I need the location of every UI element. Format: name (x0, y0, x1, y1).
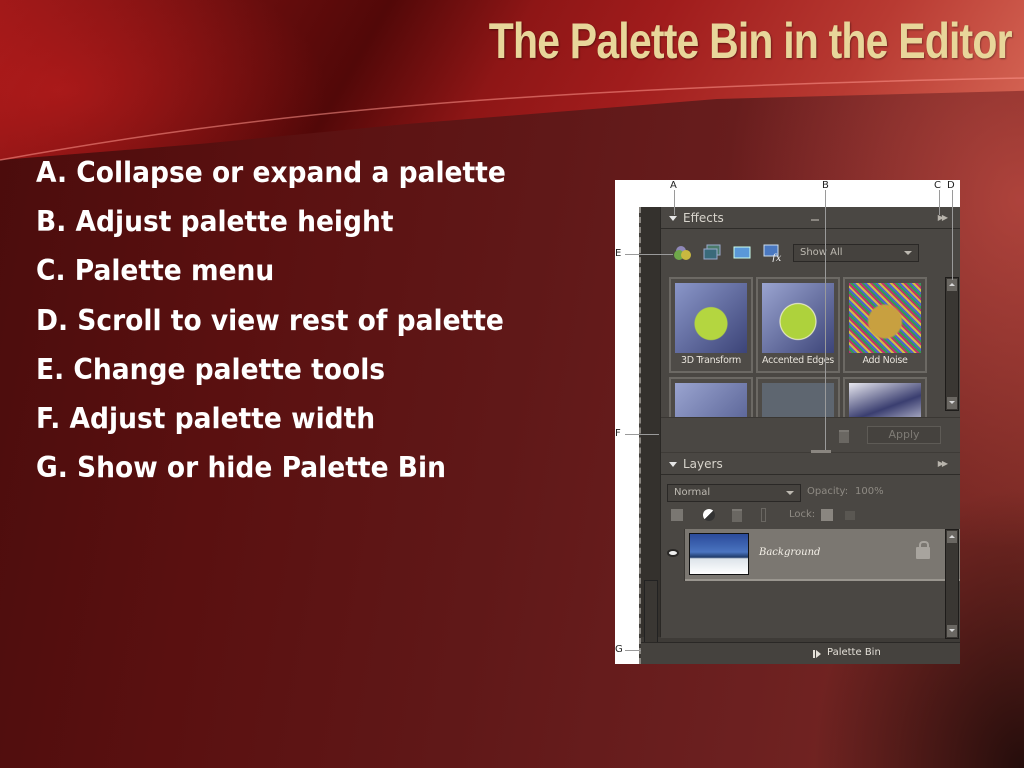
chevron-down-icon (904, 251, 912, 255)
palette-bin-toggle[interactable]: Palette Bin (827, 647, 881, 658)
opacity-value[interactable]: 100% (855, 486, 884, 497)
svg-text:fx: fx (771, 253, 782, 262)
callout-e: E (615, 248, 622, 259)
layers-title: Layers (683, 457, 723, 471)
callout-line-c (939, 190, 940, 215)
bullet-item: C. Palette menu (36, 254, 275, 288)
blend-mode-dropdown[interactable]: Normal (667, 484, 801, 502)
bullet-item: B. Adjust palette height (36, 205, 394, 239)
effect-thumbnail[interactable]: 3D Transform (669, 277, 753, 373)
effect-thumbnail[interactable] (843, 377, 927, 417)
lock-icon (916, 541, 930, 559)
callout-line-f (625, 434, 659, 435)
chevron-down-icon (786, 491, 794, 495)
lock-all-icon[interactable] (845, 511, 855, 520)
callout-line-b (825, 190, 826, 452)
bullet-list: A. Collapse or expand a palette B. Adjus… (36, 153, 541, 497)
bullet-item: F. Adjust palette width (36, 401, 376, 435)
layer-name: Background (759, 547, 821, 558)
eye-icon (667, 549, 679, 557)
layers-header: Layers ▶▶ (661, 453, 960, 475)
photo-effects-icon[interactable] (733, 244, 751, 260)
bullet-item: A. Collapse or expand a palette (36, 156, 506, 189)
effect-thumbnail[interactable] (756, 377, 840, 417)
palette-bin-screenshot: A B C D E F G Effects ▶▶ fx Show All 3D … (615, 180, 960, 664)
effects-filter-dropdown[interactable]: Show All (793, 244, 919, 262)
slide-title: The Palette Bin in the Editor (489, 13, 1013, 69)
double-arrow-right-icon[interactable]: ▶▶ (938, 453, 948, 475)
lock-label: Lock: (789, 509, 816, 520)
opacity-label: Opacity: (807, 486, 849, 497)
filters-icon[interactable] (673, 244, 691, 260)
effects-title: Effects (683, 211, 724, 225)
layer-styles-icon[interactable] (703, 244, 721, 260)
scroll-up-icon[interactable] (947, 531, 957, 543)
effects-palette: Effects ▶▶ fx Show All 3D Transform Acce… (661, 207, 960, 452)
trash-icon[interactable] (732, 509, 742, 522)
callout-line-a (674, 190, 675, 215)
palette-width-handle[interactable] (641, 207, 661, 660)
layers-palette: Layers ▶▶ Normal Opacity: 100% Lock: Bac… (661, 453, 960, 639)
trash-icon[interactable] (839, 430, 849, 443)
link-icon[interactable] (761, 508, 766, 522)
lock-transparency-icon[interactable] (821, 509, 833, 521)
layers-scrollbar[interactable] (945, 529, 959, 639)
effect-thumbnail[interactable]: Add Noise (843, 277, 927, 373)
apply-button[interactable]: Apply (867, 426, 941, 444)
effects-footer: Apply (661, 417, 960, 452)
callout-d: D (947, 180, 955, 191)
bullet-item: D. Scroll to view rest of palette (36, 303, 504, 337)
scroll-down-icon[interactable] (947, 397, 957, 409)
effect-thumbnail[interactable]: Accented Edges (756, 277, 840, 373)
palette-bin-bar: Palette Bin (641, 642, 960, 664)
scroll-up-icon[interactable] (947, 279, 957, 291)
effects-thumbnails: 3D Transform Accented Edges Add Noise (669, 277, 929, 417)
callout-line-e (625, 254, 673, 255)
minimize-icon[interactable] (811, 219, 819, 221)
callout-g: G (615, 644, 623, 655)
effects-scrollbar[interactable] (945, 277, 959, 411)
adjustment-layer-icon[interactable] (703, 509, 715, 521)
effect-thumbnail[interactable] (669, 377, 753, 417)
bullet-item: G. Show or hide Palette Bin (36, 451, 446, 485)
bullet-item: E. Change palette tools (36, 352, 386, 386)
layer-thumbnail (689, 533, 749, 575)
effects-toolbar: fx Show All (669, 242, 939, 266)
scroll-down-icon[interactable] (947, 625, 957, 637)
triangle-down-icon[interactable] (669, 216, 677, 221)
dropdown-value: Show All (800, 247, 843, 258)
toggle-bin-icon[interactable] (813, 650, 822, 658)
visibility-toggle[interactable] (661, 529, 685, 581)
effects-header: Effects ▶▶ (661, 207, 960, 229)
new-layer-icon[interactable] (671, 509, 683, 521)
triangle-down-icon[interactable] (669, 462, 677, 467)
all-effects-icon[interactable]: fx (763, 244, 782, 264)
layer-row[interactable]: Background (661, 529, 960, 581)
callout-f: F (615, 428, 621, 439)
callout-line-d (952, 190, 953, 280)
dropdown-value: Normal (674, 487, 711, 498)
